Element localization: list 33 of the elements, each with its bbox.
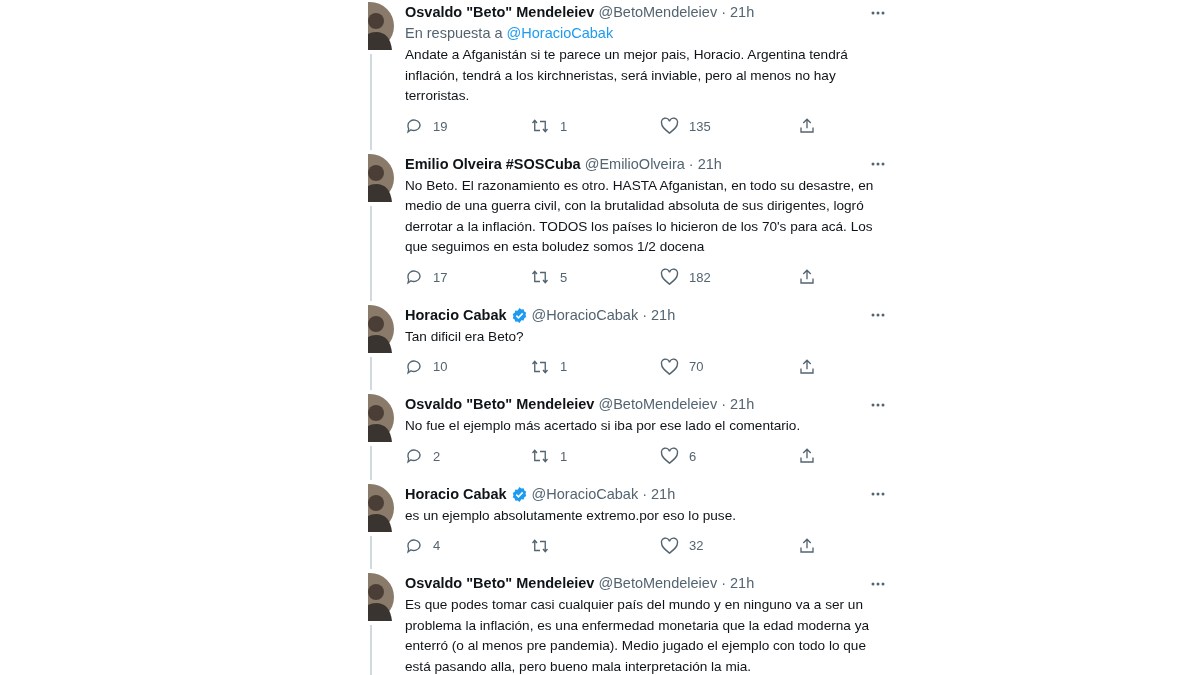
handle-and-time[interactable]: @BetoMendeleiev · 21h (598, 394, 755, 415)
tweet-text: es un ejemplo absolutamente extremo.por eso lo puse. (405, 506, 737, 525)
reply-count: 17 (433, 268, 448, 287)
like-count: 182 (689, 268, 711, 287)
handle-and-time[interactable]: @BetoMendeleiev · 21h (598, 2, 755, 23)
author-name[interactable]: Horacio Cabak (405, 304, 507, 326)
retweet-count: 1 (560, 447, 568, 466)
reply-context: En respuesta a (405, 24, 503, 43)
author-name[interactable]: Osvaldo "Beto" Mendeleiev (405, 2, 595, 23)
like-count: 70 (689, 358, 704, 376)
tweet-text: Es que podes tomar casi cualquier país del mundo y en ninguno va a ser un problema la inflación, es una enfermedad monetaria que la edad moderna ya enterró (o al menos pre pandemia). Medio jugado el ejemplo con todo lo que está pasando alla, pero bueno mala interpretación la mia. (405, 596, 870, 675)
reply-count: 10 (433, 358, 448, 376)
retweet-count: 1 (560, 358, 568, 376)
reply-count: 19 (433, 117, 448, 136)
author-name[interactable]: Osvaldo "Beto" Mendeleiev (405, 394, 595, 415)
reply-count: 2 (433, 447, 441, 466)
author-name[interactable]: Emilio Olveira #SOSCuba (405, 153, 581, 175)
handle-and-time[interactable]: @HoracioCabak · 21h (531, 483, 676, 505)
reply-count: 4 (433, 537, 441, 555)
author-name[interactable]: Horacio Cabak (405, 483, 507, 505)
author-name[interactable]: Osvaldo "Beto" Mendeleiev (405, 573, 595, 594)
retweet-count: 5 (560, 268, 568, 287)
like-count: 6 (689, 447, 697, 466)
handle-and-time[interactable]: @HoracioCabak · 21h (531, 304, 676, 326)
like-count: 32 (689, 537, 704, 555)
tweet-text: Tan dificil era Beto? (405, 327, 525, 346)
tweet-text: Andate a Afganistán si te parece un mejor pais, Horacio. Argentina tendrá inflación, tendrá a los kirchneristas, será inviable, pero al menos no hay terroristas. (405, 46, 849, 105)
like-count: 135 (689, 117, 711, 136)
tweet-text: No Beto. El razonamiento es otro. HASTA Afganistan, en todo su desastre, en medio de una guerra civil, con la brutalidad absoluta de sus dirigentes, logró derrotar a la inflación. TODOS los países lo hicieron de los 70's para acá. Los que seguimos en esta boludez somos 1/2 docena (405, 176, 875, 256)
handle-and-time[interactable]: @BetoMendeleiev · 21h (598, 573, 755, 594)
handle-and-time[interactable]: @EmilioOlveira · 21h (584, 153, 722, 175)
retweet-count: 1 (560, 117, 568, 136)
tweet-text: No fue el ejemplo más acertado si iba por ese lado el comentario. (405, 417, 802, 435)
